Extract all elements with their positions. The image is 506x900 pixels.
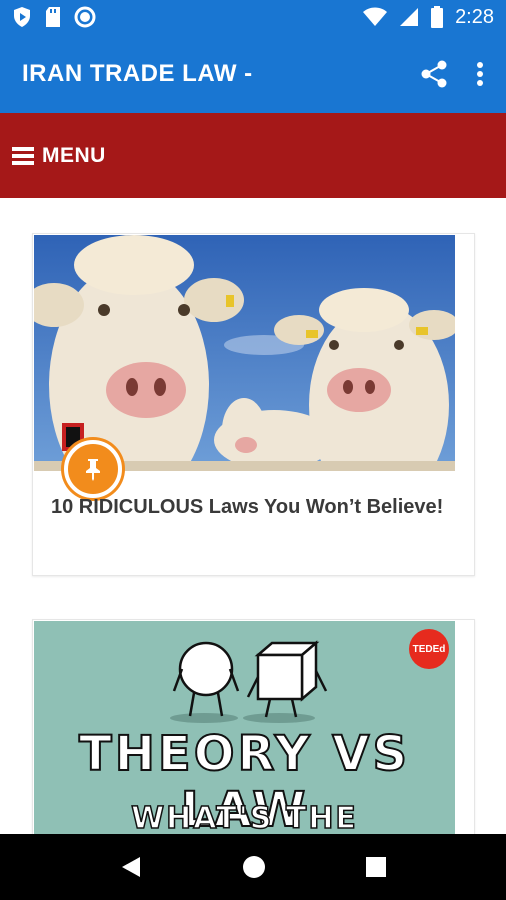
post-card[interactable]: TEDEd THEORY VS LAW WHAT'S THE DIFFERENC… (32, 619, 475, 834)
sd-card-icon (46, 7, 60, 27)
menu-bar[interactable]: MENU (0, 113, 506, 198)
share-icon[interactable] (420, 59, 448, 89)
status-right-icons: 2:28 (363, 6, 494, 29)
post-title[interactable]: 10 RIDICULOUS Laws You Won’t Believe! (51, 492, 451, 522)
play-protect-icon (14, 7, 30, 27)
pin-icon (86, 459, 100, 481)
home-icon[interactable] (242, 855, 266, 879)
pin-badge[interactable] (64, 440, 122, 498)
cows-image (34, 235, 455, 471)
ted-ed-badge: TEDEd (409, 629, 449, 669)
battery-icon (431, 6, 444, 28)
wifi-icon (363, 7, 388, 26)
app-title: IRAN TRADE LAW - (22, 59, 253, 87)
post-thumbnail[interactable]: TEDEd THEORY VS LAW WHAT'S THE DIFFERENC… (34, 621, 455, 834)
post-list: 10 RIDICULOUS Laws You Won’t Believe! TE… (0, 198, 506, 834)
recents-icon[interactable] (366, 857, 386, 877)
back-icon[interactable] (120, 855, 142, 879)
navigation-bar (0, 834, 506, 900)
hamburger-icon[interactable] (12, 146, 34, 165)
post-card[interactable]: 10 RIDICULOUS Laws You Won’t Believe! (32, 233, 475, 576)
app-bar: IRAN TRADE LAW - (0, 34, 506, 113)
menu-label[interactable]: MENU (42, 144, 106, 168)
app-bar-actions (420, 59, 484, 89)
post-subtitle: WHAT'S THE DIFFERENCE? (130, 800, 358, 834)
sync-icon (74, 6, 96, 28)
status-left-icons (12, 6, 96, 28)
status-time: 2:28 (455, 5, 494, 28)
status-bar: 2:28 (0, 0, 506, 34)
post-thumbnail[interactable] (34, 235, 455, 471)
more-vert-icon[interactable] (476, 61, 484, 87)
signal-icon (400, 8, 419, 26)
